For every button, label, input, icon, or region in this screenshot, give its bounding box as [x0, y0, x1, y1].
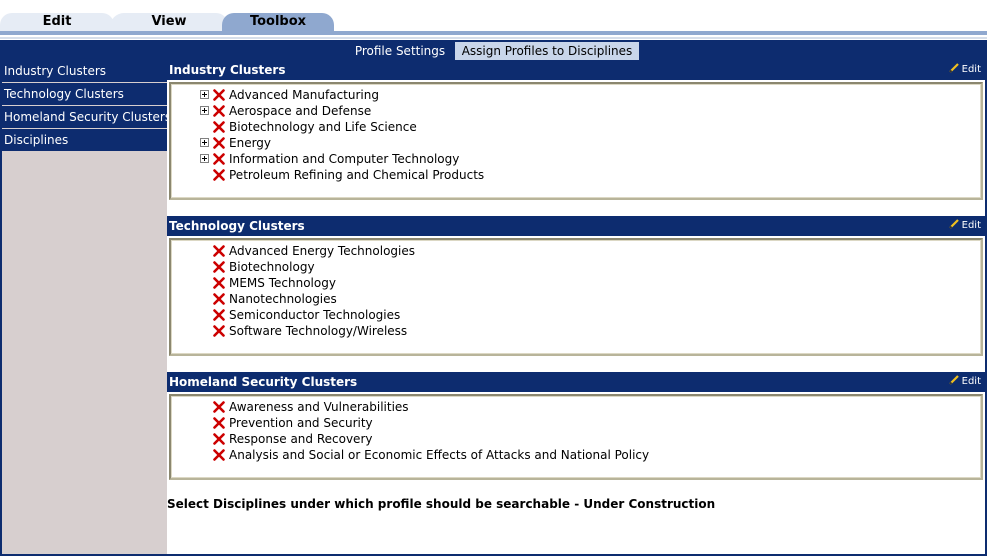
section-header: Homeland Security Clusters Edit: [167, 372, 985, 392]
tree-item-label: Awareness and Vulnerabilities: [229, 400, 409, 414]
tree-item: Analysis and Social or Economic Effects …: [200, 447, 980, 463]
remove-x-icon[interactable]: [213, 293, 225, 305]
remove-x-icon[interactable]: [213, 89, 225, 101]
tree-item: Response and Recovery: [200, 431, 980, 447]
pencil-icon: [948, 63, 959, 73]
tree-item: Petroleum Refining and Chemical Products: [200, 167, 980, 183]
sidebar-item-disciplines[interactable]: Disciplines: [2, 129, 167, 152]
tree-item: Software Technology/Wireless: [200, 323, 980, 339]
tree-item-label: Nanotechnologies: [229, 292, 337, 306]
technology-clusters-section: Technology Clusters Edit Advanced Energy T…: [167, 216, 985, 356]
tree-item-label: Response and Recovery: [229, 432, 373, 446]
remove-x-icon[interactable]: [213, 309, 225, 321]
tree-item-label: Petroleum Refining and Chemical Products: [229, 168, 485, 182]
disciplines-note: Select Disciplines under which profile s…: [167, 497, 716, 511]
industry-clusters-section: Industry Clusters Edit Advanced Manufactur…: [167, 60, 985, 200]
remove-x-icon[interactable]: [213, 137, 225, 149]
tree-item-label: Advanced Manufacturing: [229, 88, 379, 102]
tab-toolbox[interactable]: Toolbox: [222, 13, 334, 31]
tree-item: Semiconductor Technologies: [200, 307, 980, 323]
sidebar-item-homeland-security-clusters[interactable]: Homeland Security Clusters: [2, 106, 167, 129]
expand-plus-icon[interactable]: [200, 90, 209, 99]
expand-plus-icon[interactable]: [200, 138, 209, 147]
tree-item-label: Biotechnology: [229, 260, 315, 274]
tree-item: Energy: [200, 135, 980, 151]
tree-item: Biotechnology and Life Science: [200, 119, 980, 135]
edit-label: Edit: [961, 64, 981, 75]
edit-link[interactable]: Edit: [948, 372, 981, 392]
tree-item: Awareness and Vulnerabilities: [200, 399, 980, 415]
edit-label: Edit: [961, 376, 981, 387]
cluster-list-box: Awareness and Vulnerabilities Prevention …: [169, 394, 983, 480]
cluster-tree: Advanced Energy Technologies Biotechnolog…: [172, 241, 980, 339]
tree-item-label: Aerospace and Defense: [229, 104, 372, 118]
sidebar: Industry Clusters Technology Clusters Ho…: [2, 60, 167, 554]
cluster-list-box: Advanced Manufacturing Aerospace and Defe…: [169, 82, 983, 200]
tree-item: Biotechnology: [200, 259, 980, 275]
remove-x-icon[interactable]: [213, 325, 225, 337]
main-frame: Profile Settings Assign Profiles to Disc…: [0, 40, 987, 556]
subtab-profile-settings[interactable]: Profile Settings: [348, 42, 452, 60]
content-pane: Industry Clusters Edit Advanced Manufactur…: [167, 60, 985, 554]
tree-item-label: Information and Computer Technology: [229, 152, 460, 166]
remove-x-icon[interactable]: [213, 449, 225, 461]
tree-item: Advanced Manufacturing: [200, 87, 980, 103]
tree-item-label: Semiconductor Technologies: [229, 308, 401, 322]
edit-link[interactable]: Edit: [948, 216, 981, 236]
remove-x-icon[interactable]: [213, 121, 225, 133]
edit-link[interactable]: Edit: [948, 60, 981, 80]
cluster-tree: Advanced Manufacturing Aerospace and Defe…: [172, 85, 980, 183]
remove-x-icon[interactable]: [213, 169, 225, 181]
section-title: Technology Clusters: [169, 219, 305, 233]
section-header: Technology Clusters Edit: [167, 216, 985, 236]
expand-plus-icon[interactable]: [200, 106, 209, 115]
remove-x-icon[interactable]: [213, 417, 225, 429]
tree-item-label: Prevention and Security: [229, 416, 373, 430]
section-title: Homeland Security Clusters: [169, 375, 358, 389]
remove-x-icon[interactable]: [213, 433, 225, 445]
tree-item-label: MEMS Technology: [229, 276, 336, 290]
cluster-tree: Awareness and Vulnerabilities Prevention …: [172, 397, 980, 463]
tab-rule-light: [0, 37, 987, 39]
remove-x-icon[interactable]: [213, 105, 225, 117]
top-tab-bar: Edit View Toolbox: [0, 0, 987, 40]
tree-item: Advanced Energy Technologies: [200, 243, 980, 259]
homeland-security-clusters-section: Homeland Security Clusters Edit Awareness …: [167, 372, 985, 480]
tab-rule: [0, 31, 987, 35]
tree-item: MEMS Technology: [200, 275, 980, 291]
remove-x-icon[interactable]: [213, 245, 225, 257]
subtab-assign-profiles[interactable]: Assign Profiles to Disciplines: [455, 42, 639, 60]
tree-item-label: Software Technology/Wireless: [229, 324, 408, 338]
tab-edit[interactable]: Edit: [0, 13, 114, 31]
sub-nav: Profile Settings Assign Profiles to Disc…: [0, 40, 987, 60]
tree-item-label: Analysis and Social or Economic Effects …: [229, 448, 650, 462]
remove-x-icon[interactable]: [213, 277, 225, 289]
tab-view[interactable]: View: [110, 13, 228, 31]
sidebar-item-industry-clusters[interactable]: Industry Clusters: [2, 60, 167, 83]
cluster-list-box: Advanced Energy Technologies Biotechnolog…: [169, 238, 983, 356]
tree-item: Information and Computer Technology: [200, 151, 980, 167]
tree-item: Prevention and Security: [200, 415, 980, 431]
section-title: Industry Clusters: [169, 63, 286, 77]
tree-item-label: Energy: [229, 136, 272, 150]
pencil-icon: [948, 375, 959, 385]
remove-x-icon[interactable]: [213, 261, 225, 273]
tree-item: Aerospace and Defense: [200, 103, 980, 119]
remove-x-icon[interactable]: [213, 153, 225, 165]
remove-x-icon[interactable]: [213, 401, 225, 413]
tree-item: Nanotechnologies: [200, 291, 980, 307]
pencil-icon: [948, 219, 959, 229]
tree-item-label: Advanced Energy Technologies: [229, 244, 415, 258]
tree-item-label: Biotechnology and Life Science: [229, 120, 417, 134]
sidebar-item-technology-clusters[interactable]: Technology Clusters: [2, 83, 167, 106]
edit-label: Edit: [961, 220, 981, 231]
expand-plus-icon[interactable]: [200, 154, 209, 163]
section-header: Industry Clusters Edit: [167, 60, 985, 80]
